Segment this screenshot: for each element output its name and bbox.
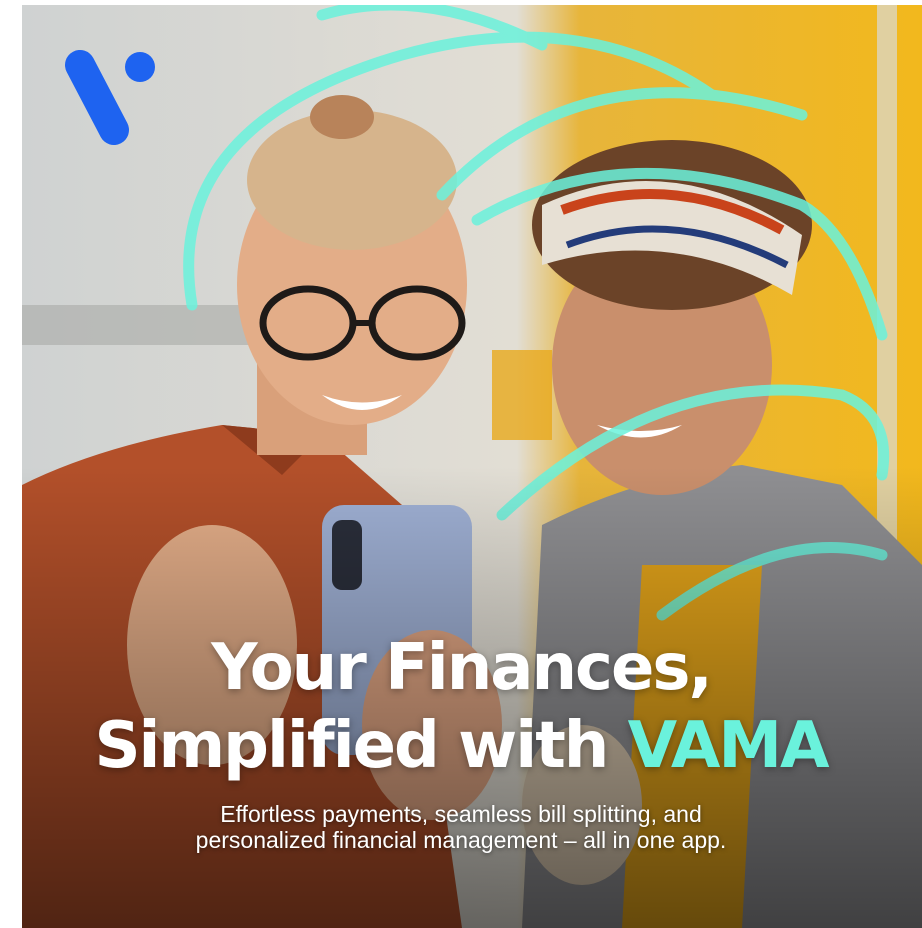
subtitle-line-1: Effortless payments, seamless bill split… (220, 801, 702, 827)
hero-banner (22, 5, 922, 928)
headline-prefix: Simplified with (94, 709, 609, 783)
headline-line-1: Your Finances, (211, 631, 713, 705)
vama-logo-icon (65, 50, 155, 145)
brand-name: VAMA (627, 709, 830, 783)
hero-photo (22, 5, 922, 928)
subtitle-line-2: personalized financial management – all … (195, 827, 727, 853)
headline-line-2: Simplified with VAMA (0, 714, 922, 778)
